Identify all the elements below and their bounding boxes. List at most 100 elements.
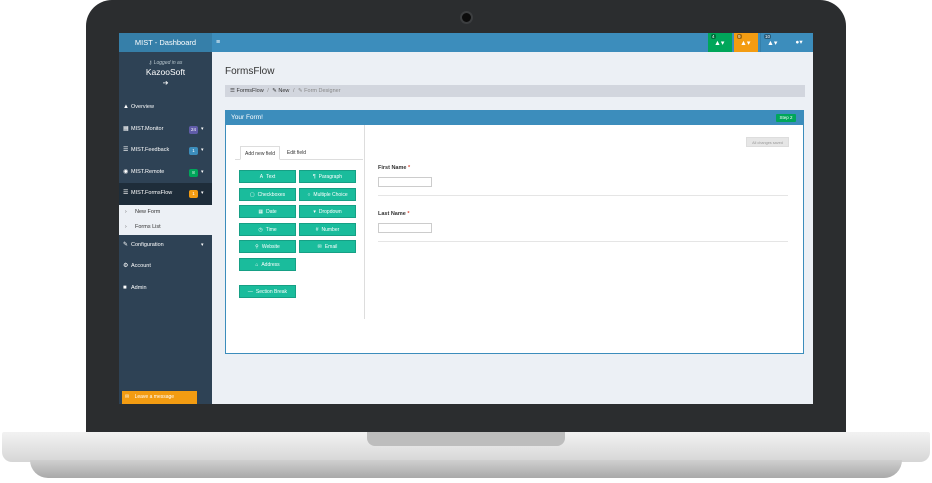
add-text-button[interactable]: A Text [239, 170, 296, 183]
chevron-down-icon: ▾ [201, 147, 204, 153]
add-dropdown-button[interactable]: ▾ Dropdown [299, 205, 356, 218]
step-badge: Step 2 [776, 114, 796, 122]
submenu-item-label: New Form [135, 208, 161, 215]
sidebar-item-monitor[interactable]: ▦ MIST.Monitor 24 ▾ [119, 119, 212, 141]
chevron-down-icon: ▾ [201, 241, 204, 248]
company-name: KazooSoft [145, 67, 186, 77]
add-time-button[interactable]: ◷ Time [239, 223, 296, 236]
submenu-item-new-form[interactable]: › New Form [119, 205, 212, 220]
sidebar-item-label: MIST.Monitor [131, 125, 164, 132]
chevron-right-icon: › [125, 223, 127, 230]
sidebar-item-label: Admin [131, 284, 147, 291]
clock-icon: ◷ [258, 227, 263, 233]
lock-icon: ■ [123, 284, 127, 291]
form-box-header: Your Form! Step 2 [226, 111, 803, 125]
add-checkboxes-button[interactable]: ▢ Checkboxes [239, 188, 296, 201]
app-screen: MIST - Dashboard ≡ 4 ▲▾ 9 ▲▾ 10 ▲▾ ●▾ ⚷ … [119, 33, 813, 404]
breadcrumb: ☰ FormsFlow / ✎ New / ✎ Form Designer [225, 85, 805, 97]
status-badge: 1 [189, 190, 198, 198]
breadcrumb-formsflow[interactable]: FormsFlow [236, 88, 263, 94]
checkbox-icon: ▢ [249, 192, 255, 198]
envelope-icon: ✉ [317, 244, 322, 250]
add-number-button[interactable]: # Number [299, 223, 356, 236]
submenu-item-forms-list[interactable]: › Forms List [119, 220, 212, 235]
field-tabs: Add new field Edit field [235, 146, 363, 160]
logged-in-label: ⚷ Logged in as [148, 60, 183, 66]
logout-icon[interactable]: ➔ [119, 79, 212, 87]
status-badge: 1 [189, 147, 198, 155]
sidebar-item-admin[interactable]: ■ Admin [119, 278, 212, 300]
tab-edit-field[interactable]: Edit field [283, 146, 310, 160]
bell-icon: ▲▾ [767, 40, 778, 47]
submenu-item-label: Forms List [135, 223, 161, 230]
sidebar-item-label: Overview [131, 104, 154, 110]
edit-icon: ✎ [123, 241, 129, 248]
formsflow-submenu: › New Form › Forms List [119, 204, 212, 235]
add-paragraph-button[interactable]: ¶ Paragraph [299, 170, 356, 183]
sidebar: ⚷ Logged in as KazooSoft ➔ ▲ Overview ▦ … [119, 52, 212, 404]
paragraph-icon: ¶ [312, 174, 316, 180]
bell-icon: ▲▾ [740, 40, 751, 47]
add-date-button[interactable]: ▦ Date [239, 205, 296, 218]
laptop-notch [367, 432, 565, 446]
add-multiple-choice-button[interactable]: ○ Multiple Choice [299, 188, 356, 201]
add-website-button[interactable]: ⚲ Website [239, 240, 296, 253]
field-label-last-name[interactable]: Last Name * [378, 211, 410, 217]
field-divider [378, 241, 788, 242]
menu-toggle-icon[interactable]: ≡ [216, 33, 226, 52]
sidebar-item-account[interactable]: ⚙ Account [119, 256, 212, 278]
envelope-icon: ✉ [125, 394, 130, 400]
sidebar-item-formsflow[interactable]: ☰ MIST.FormsFlow 1 ▾ [119, 183, 212, 205]
sidebar-item-remote[interactable]: ◉ MIST.Remote 8 ▾ [119, 162, 212, 184]
dashboard-icon: ▲ [123, 104, 129, 110]
user-icon: ●▾ [795, 39, 803, 46]
sidebar-item-configuration[interactable]: ✎ Configuration ▾ [119, 235, 212, 257]
chevron-down-icon: ▾ [201, 190, 204, 196]
sidebar-item-label: Account [131, 263, 151, 269]
breadcrumb-new[interactable]: New [278, 88, 289, 94]
camera-icon [460, 11, 473, 24]
notifications-blue[interactable]: 10 ▲▾ [760, 33, 784, 52]
field-palette: Add new field Edit field A Text ¶ Paragrap… [226, 125, 365, 319]
tab-add-new-field[interactable]: Add new field [240, 146, 280, 160]
minus-icon: — [247, 289, 253, 295]
saved-status-button[interactable]: All changes saved [746, 137, 789, 147]
sidebar-menu: ▲ Overview ▦ MIST.Monitor 24 ▾ ☰ MIST.Fe… [119, 97, 212, 299]
first-name-input[interactable] [378, 177, 432, 187]
gear-icon: ⚙ [123, 263, 129, 269]
number-icon: # [315, 227, 319, 233]
sidebar-item-label: MIST.Remote [131, 168, 165, 175]
notifications-orange[interactable]: 9 ▲▾ [734, 33, 758, 52]
leave-message-label: Leave a message [134, 394, 175, 400]
sidebar-item-overview[interactable]: ▲ Overview [119, 97, 212, 119]
laptop-base-bottom [30, 460, 902, 478]
form-box: Your Form! Step 2 Add new field Edit fie… [225, 110, 804, 354]
last-name-input[interactable] [378, 223, 432, 233]
list-icon: ☰ [123, 190, 129, 196]
sidebar-item-label: MIST.FormsFlow [131, 190, 173, 196]
brand-logo[interactable]: MIST - Dashboard [119, 33, 212, 52]
text-icon: A [259, 174, 264, 180]
radio-icon: ○ [307, 192, 311, 198]
sidebar-item-feedback[interactable]: ☰ MIST.Feedback 1 ▾ [119, 140, 212, 162]
form-preview: All changes saved First Name * Last Name… [366, 125, 803, 319]
field-label-first-name[interactable]: First Name * [378, 165, 410, 171]
users-icon: ◉ [123, 168, 129, 175]
user-panel: ⚷ Logged in as KazooSoft ➔ [119, 52, 212, 94]
home-icon: ⌂ [255, 262, 259, 268]
dropdown-icon: ▾ [313, 209, 316, 215]
breadcrumb-form-designer: Form Designer [304, 88, 341, 94]
add-email-button[interactable]: ✉ Email [299, 240, 356, 253]
chevron-down-icon: ▾ [201, 125, 204, 132]
page-title: FormsFlow [225, 66, 275, 77]
leave-message-button[interactable]: ✉ Leave a message [122, 391, 197, 404]
notifications-green[interactable]: 4 ▲▾ [708, 33, 732, 52]
calendar-icon: ▦ [258, 209, 264, 215]
bell-icon: ▲▾ [714, 40, 725, 47]
add-address-button[interactable]: ⌂ Address [239, 258, 296, 271]
add-section-break-button[interactable]: — Section Break [239, 285, 296, 298]
status-badge: 8 [189, 168, 198, 177]
top-navbar: MIST - Dashboard ≡ 4 ▲▾ 9 ▲▾ 10 ▲▾ ●▾ [119, 33, 813, 52]
sidebar-item-label: Configuration [131, 241, 164, 248]
user-menu[interactable]: ●▾ [788, 33, 810, 52]
